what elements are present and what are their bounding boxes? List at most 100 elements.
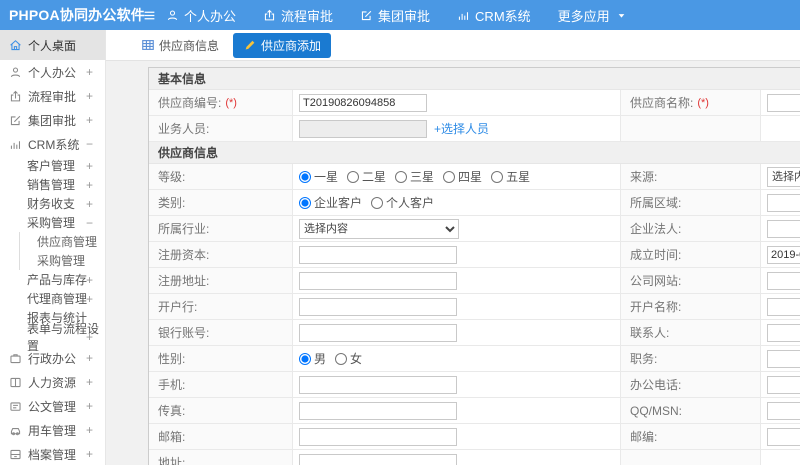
expand-toggle-icon[interactable]: + bbox=[86, 375, 93, 389]
radio-input[interactable] bbox=[335, 352, 348, 365]
field-label-text: 供应商名称: bbox=[630, 96, 694, 110]
form-text-input[interactable] bbox=[767, 401, 800, 420]
expand-toggle-icon[interactable]: + bbox=[86, 399, 93, 413]
form-text-input[interactable] bbox=[767, 323, 800, 342]
menu-toggle-icon[interactable] bbox=[132, 9, 166, 22]
select-person-link[interactable]: +选择人员 bbox=[434, 120, 489, 137]
radio-option-label: 三星 bbox=[410, 170, 435, 184]
form-text-input[interactable] bbox=[767, 93, 800, 112]
expand-toggle-icon[interactable]: + bbox=[86, 178, 93, 192]
radio-input[interactable] bbox=[347, 170, 360, 183]
row-label: 联系人: bbox=[621, 320, 761, 345]
sidebar-item[interactable]: 代理商管理 + bbox=[0, 289, 105, 308]
form-text-input[interactable] bbox=[299, 427, 457, 446]
radio-option[interactable]: 四星 bbox=[443, 168, 482, 185]
field-label-text: 来源: bbox=[630, 170, 658, 184]
sidebar-item[interactable]: 人力资源 + bbox=[0, 370, 105, 394]
sidebar-item[interactable]: 档案管理 + bbox=[0, 442, 105, 465]
radio-input[interactable] bbox=[299, 352, 311, 365]
topnav-item[interactable]: 流程审批 bbox=[263, 6, 333, 25]
form-select[interactable]: 选择内容 bbox=[299, 218, 459, 239]
topnav-item[interactable]: 个人办公 bbox=[166, 6, 236, 25]
sidebar-item[interactable]: 产品与库存 + bbox=[0, 270, 105, 289]
sidebar-item[interactable]: 流程审批 + bbox=[0, 84, 105, 108]
expand-toggle-icon[interactable]: + bbox=[86, 330, 93, 344]
radio-input[interactable] bbox=[371, 196, 384, 209]
sidebar-item[interactable]: 集团审批 + bbox=[0, 108, 105, 132]
expand-toggle-icon[interactable]: + bbox=[86, 159, 93, 173]
form-text-input[interactable] bbox=[767, 193, 800, 212]
form-text-input[interactable] bbox=[299, 323, 457, 342]
form-text-input[interactable] bbox=[299, 245, 457, 264]
expand-toggle-icon[interactable]: + bbox=[86, 197, 93, 211]
form-text-input[interactable] bbox=[767, 245, 800, 264]
topnav-item[interactable]: CRM系统 bbox=[457, 6, 531, 25]
sidebar-item[interactable]: CRM系统 − bbox=[0, 132, 105, 156]
sidebar-item-label: 财务收支 bbox=[27, 197, 76, 211]
radio-input[interactable] bbox=[299, 196, 311, 209]
topnav-item[interactable]: 集团审批 bbox=[360, 6, 430, 25]
form-text-input[interactable] bbox=[767, 219, 800, 238]
sidebar-item[interactable]: 用车管理 + bbox=[0, 418, 105, 442]
radio-option[interactable]: 企业客户 bbox=[299, 194, 362, 211]
sidebar-item-label: 流程审批 bbox=[28, 89, 77, 104]
form-text-input[interactable] bbox=[767, 271, 800, 290]
sidebar-item[interactable]: 财务收支 + bbox=[0, 194, 105, 213]
row-label: 手机: bbox=[149, 372, 293, 397]
expand-toggle-icon[interactable]: + bbox=[86, 292, 93, 306]
expand-toggle-icon[interactable]: + bbox=[86, 273, 93, 287]
expand-toggle-icon[interactable]: + bbox=[86, 65, 93, 79]
radio-input[interactable] bbox=[443, 170, 456, 183]
sidebar-item[interactable]: 表单与流程设置 + bbox=[0, 322, 105, 353]
tab-supplier-add[interactable]: 供应商添加 bbox=[233, 32, 332, 58]
radio-option[interactable]: 二星 bbox=[347, 168, 386, 185]
sidebar-item[interactable]: 采购管理 − bbox=[0, 213, 105, 232]
sidebar-item[interactable]: 个人办公 + bbox=[0, 60, 105, 84]
form-text-input[interactable] bbox=[299, 297, 457, 316]
sidebar-item[interactable]: 销售管理 + bbox=[0, 175, 105, 194]
radio-input[interactable] bbox=[491, 170, 504, 183]
person-picker-input[interactable] bbox=[299, 119, 427, 138]
form-text-input[interactable] bbox=[299, 375, 457, 394]
tab-supplier-info[interactable]: 供应商信息 bbox=[133, 34, 227, 57]
radio-input[interactable] bbox=[299, 170, 311, 183]
sidebar-item[interactable]: 采购管理 bbox=[19, 251, 105, 270]
expand-toggle-icon[interactable]: + bbox=[86, 447, 93, 461]
radio-option[interactable]: 五星 bbox=[491, 168, 530, 185]
radio-option[interactable]: 一星 bbox=[299, 168, 338, 185]
radio-option[interactable]: 个人客户 bbox=[371, 194, 434, 211]
expand-toggle-icon[interactable]: + bbox=[86, 351, 93, 365]
form-select[interactable]: 选择内容 bbox=[767, 166, 800, 187]
radio-option[interactable]: 女 bbox=[335, 350, 362, 367]
form-text-input[interactable] bbox=[767, 427, 800, 446]
sidebar-item[interactable]: 公文管理 + bbox=[0, 394, 105, 418]
sidebar-item[interactable]: 供应商管理 bbox=[19, 232, 105, 251]
expand-toggle-icon[interactable]: − bbox=[86, 137, 93, 151]
field-label-text: 所属区域: bbox=[630, 196, 682, 210]
row-field bbox=[761, 242, 800, 267]
form-text-input[interactable] bbox=[299, 271, 457, 290]
radio-option[interactable]: 男 bbox=[299, 350, 326, 367]
sidebar-item-label: 个人办公 bbox=[28, 65, 77, 80]
form-text-input[interactable] bbox=[767, 349, 800, 368]
form-text-input[interactable] bbox=[299, 93, 427, 112]
form-text-input[interactable] bbox=[767, 297, 800, 316]
field-label-text: 开户行: bbox=[158, 300, 198, 314]
sidebar-item[interactable]: 行政办公 + bbox=[0, 346, 105, 370]
sidebar-item[interactable]: 客户管理 + bbox=[0, 156, 105, 175]
radio-input[interactable] bbox=[395, 170, 408, 183]
form-text-input[interactable] bbox=[299, 453, 457, 465]
expand-toggle-icon[interactable]: − bbox=[86, 216, 93, 230]
expand-toggle-icon[interactable]: + bbox=[86, 89, 93, 103]
sidebar-item[interactable]: 个人桌面 bbox=[0, 30, 105, 60]
radio-option-label: 二星 bbox=[362, 170, 387, 184]
topnav-item[interactable]: 更多应用 bbox=[558, 6, 628, 25]
form-text-input[interactable] bbox=[299, 401, 457, 420]
row-label: 开户名称: bbox=[621, 294, 761, 319]
sidebar-item-label: 供应商管理 bbox=[37, 235, 98, 249]
radio-option[interactable]: 三星 bbox=[395, 168, 434, 185]
expand-toggle-icon[interactable]: + bbox=[86, 423, 93, 437]
form-text-input[interactable] bbox=[767, 375, 800, 394]
expand-toggle-icon[interactable]: + bbox=[86, 113, 93, 127]
row-label: 邮编: bbox=[621, 424, 761, 449]
